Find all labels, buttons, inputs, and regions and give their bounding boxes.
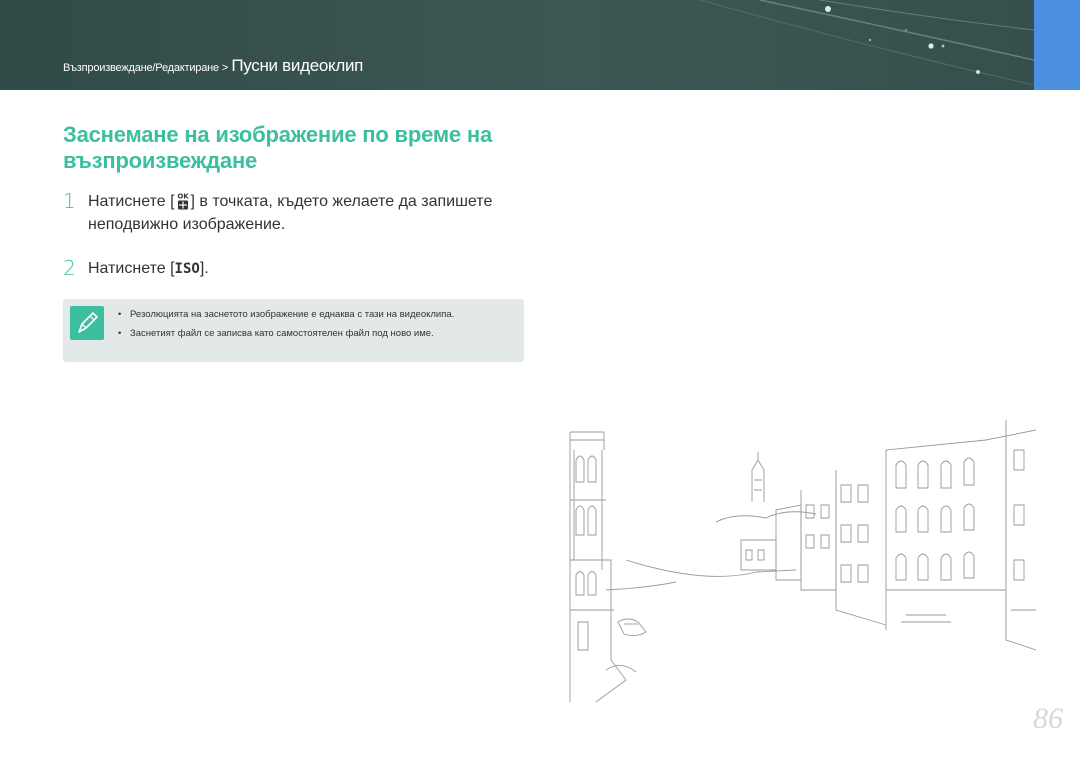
- breadcrumb: Възпроизвеждане/Редактиране > Пусни видеок…: [63, 56, 363, 76]
- step-number: 1: [63, 189, 76, 213]
- svg-text:OK: OK: [177, 193, 189, 201]
- step-text: Натиснете [ISO].: [88, 257, 528, 281]
- venice-canal-illustration: [569, 420, 1036, 703]
- note-item: Резолюцията на заснетото изображение е е…: [118, 308, 518, 322]
- page-header: Възпроизвеждане/Редактиране > Пусни видеок…: [0, 0, 1034, 90]
- ok-button-icon: OK: [176, 192, 190, 210]
- note-item: Заснетият файл се записва като самостоят…: [118, 327, 518, 341]
- step-text-before: Натиснете [: [88, 193, 175, 210]
- step-text-after: ].: [199, 260, 209, 277]
- note-box: Резолюцията на заснетото изображение е е…: [63, 299, 524, 362]
- page-number: 86: [1033, 702, 1063, 735]
- iso-key-label: ISO: [174, 261, 200, 277]
- breadcrumb-path: Възпроизвеждане/Редактиране: [63, 62, 219, 74]
- section-title: Заснемане на изображение по време на въз…: [63, 122, 492, 173]
- side-tab: [1034, 0, 1080, 90]
- pencil-note-icon: [70, 306, 104, 340]
- step-text: Натиснете [ OK ] в точката, където желае…: [88, 190, 528, 236]
- step-number: 2: [63, 256, 76, 280]
- breadcrumb-current: Пусни видеоклип: [231, 56, 364, 75]
- header-decoration: [699, 0, 1034, 86]
- breadcrumb-separator: >: [221, 62, 229, 74]
- step-text-before: Натиснете [: [88, 260, 175, 277]
- note-list: Резолюцията на заснетото изображение е е…: [118, 308, 518, 341]
